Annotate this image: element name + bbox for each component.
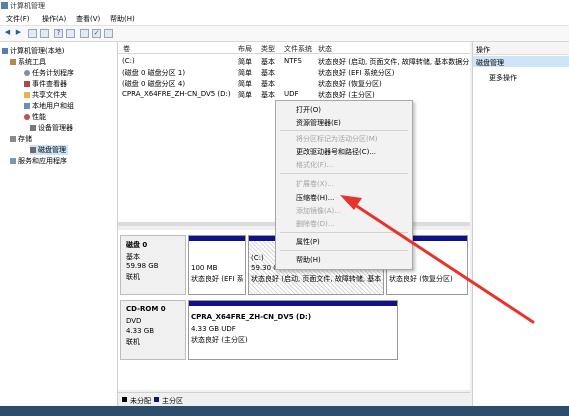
tree-root[interactable]: 计算机管理(本地) [2, 46, 64, 56]
toolbar: ◀ ▶ ? ✓ [0, 26, 569, 42]
disk-icon[interactable] [104, 29, 113, 38]
desktop-strip [0, 406, 569, 416]
menu-divider [280, 173, 408, 174]
menu-item-properties[interactable]: 属性(P) [296, 237, 320, 247]
tree-services-apps[interactable]: 服务和应用程序 [10, 156, 67, 166]
computer-icon [2, 48, 8, 54]
primary-swatch [154, 397, 159, 402]
table-row[interactable]: (磁盘 0 磁盘分区 4) 简单 基本 状态良好 (恢复分区) [118, 79, 470, 88]
disk-0-efi-partition[interactable]: 100 MB 状态良好 (EFI 系 [188, 235, 246, 295]
menu-view[interactable]: 查看(V) [76, 14, 100, 24]
users-icon [24, 103, 30, 109]
disk-0-type: 基本 [126, 253, 140, 261]
disk-0-name: 磁盘 0 [126, 241, 148, 249]
show-hide-tree-icon[interactable] [40, 29, 49, 38]
volume-list-header: 卷 布局 类型 文件系统 状态 [118, 42, 470, 54]
shared-folder-icon [24, 92, 30, 98]
menu-help[interactable]: 帮助(H) [110, 14, 135, 24]
clock-icon [24, 70, 30, 76]
connect-icon[interactable] [80, 29, 89, 38]
menu-bar: 文件(F) 操作(A) 查看(V) 帮助(H) [0, 11, 569, 26]
actions-header: 操作 [476, 46, 490, 54]
help-icon[interactable]: ? [54, 29, 63, 38]
title-bar: 计算机管理 [0, 0, 569, 11]
menu-item-change-letter[interactable]: 更改驱动器号和路径(C)... [296, 147, 376, 157]
context-menu: 打开(O) 资源管理器(E) 将分区标记为活动分区(M) 更改驱动器号和路径(C… [275, 100, 413, 270]
menu-item-extend: 扩展卷(X)... [296, 180, 334, 188]
menu-item-delete: 删除卷(D)... [296, 220, 335, 228]
disk-0-size: 59.98 GB [126, 262, 159, 270]
menu-divider [280, 232, 408, 233]
menu-item-add-mirror: 添加镜像(A)... [296, 207, 341, 215]
storage-icon [10, 136, 16, 142]
cdrom-name: CD-ROM 0 [126, 305, 166, 313]
disk-0-state: 联机 [126, 273, 140, 281]
legend: 未分配 主分区 [118, 392, 470, 407]
window-title: 计算机管理 [10, 2, 45, 10]
event-log-icon [24, 81, 30, 87]
tree-task-scheduler[interactable]: 任务计划程序 [24, 68, 74, 78]
actions-disk-management[interactable]: 磁盘管理 [473, 56, 569, 67]
disk-management-icon [30, 147, 36, 153]
tree-storage[interactable]: 存储 [10, 134, 32, 144]
cdrom-size: 4.33 GB [126, 327, 155, 335]
disk-0-label[interactable]: 磁盘 0 基本 59.98 GB 联机 [120, 235, 186, 295]
menu-divider [280, 130, 408, 131]
table-row[interactable]: CPRA_X64FRE_ZH-CN_DV5 (D:) 简单 基本 UDF 状态良… [118, 90, 470, 99]
col-filesystem[interactable]: 文件系统 [284, 44, 312, 54]
menu-file[interactable]: 文件(F) [6, 14, 30, 24]
tree-event-viewer[interactable]: 事件查看器 [24, 79, 67, 89]
up-folder-icon[interactable] [28, 29, 37, 38]
table-row[interactable]: (磁盘 0 磁盘分区 1) 简单 基本 状态良好 (EFI 系统分区) [118, 68, 470, 77]
cdrom-type: DVD [126, 317, 142, 325]
tools-icon [10, 59, 16, 65]
tree-device-manager[interactable]: 设备管理器 [30, 123, 73, 133]
legend-unallocated: 未分配 [130, 397, 151, 405]
properties-icon[interactable] [66, 29, 75, 38]
performance-icon [24, 114, 30, 120]
menu-divider [280, 250, 408, 251]
cdrom-0-label[interactable]: CD-ROM 0 DVD 4.33 GB 联机 [120, 300, 186, 360]
menu-item-explorer[interactable]: 资源管理器(E) [296, 118, 341, 128]
unallocated-swatch [122, 397, 127, 402]
menu-action[interactable]: 操作(A) [42, 14, 66, 24]
computer-management-icon [1, 2, 8, 9]
menu-item-mark-active: 将分区标记为活动分区(M) [296, 135, 378, 143]
col-type[interactable]: 类型 [261, 44, 275, 54]
forward-arrow-icon[interactable]: ▶ [14, 29, 23, 38]
cdrom-state: 联机 [126, 338, 140, 346]
menu-item-help[interactable]: 帮助(H) [296, 255, 321, 265]
table-row[interactable]: (C:) 简单 基本 NTFS 状态良好 (启动, 页面文件, 故障转储, 基本… [118, 57, 470, 66]
tree-system-tools[interactable]: 系统工具 [10, 57, 46, 67]
device-manager-icon [30, 125, 36, 131]
col-status[interactable]: 状态 [318, 44, 332, 54]
navigation-tree: 计算机管理(本地) 系统工具 任务计划程序 事件查看器 共享文件夹 本地用户和组… [0, 42, 118, 406]
checklist-icon[interactable]: ✓ [92, 29, 101, 38]
cdrom-d-partition[interactable]: CPRA_X64FRE_ZH-CN_DV5 (D:) 4.33 GB UDF 状… [188, 300, 398, 360]
menu-item-shrink[interactable]: 压缩卷(H)... [296, 193, 334, 203]
tree-shared-folders[interactable]: 共享文件夹 [24, 90, 67, 100]
computer-management-window: 计算机管理 文件(F) 操作(A) 查看(V) 帮助(H) ◀ ▶ ? ✓ 计算… [0, 0, 569, 407]
legend-primary: 主分区 [162, 397, 183, 405]
tree-local-users[interactable]: 本地用户和组 [24, 101, 74, 111]
back-arrow-icon[interactable]: ◀ [3, 29, 12, 38]
menu-item-open[interactable]: 打开(O) [296, 105, 321, 115]
tree-performance[interactable]: 性能 [24, 112, 46, 122]
services-icon [10, 158, 16, 164]
actions-more[interactable]: 更多操作 [489, 73, 517, 83]
col-layout[interactable]: 布局 [238, 44, 252, 54]
col-volume[interactable]: 卷 [123, 44, 130, 54]
tree-disk-management[interactable]: 磁盘管理 [30, 145, 68, 155]
actions-pane: 操作 磁盘管理 更多操作 [472, 42, 569, 406]
menu-item-format: 格式化(F)... [296, 161, 334, 169]
